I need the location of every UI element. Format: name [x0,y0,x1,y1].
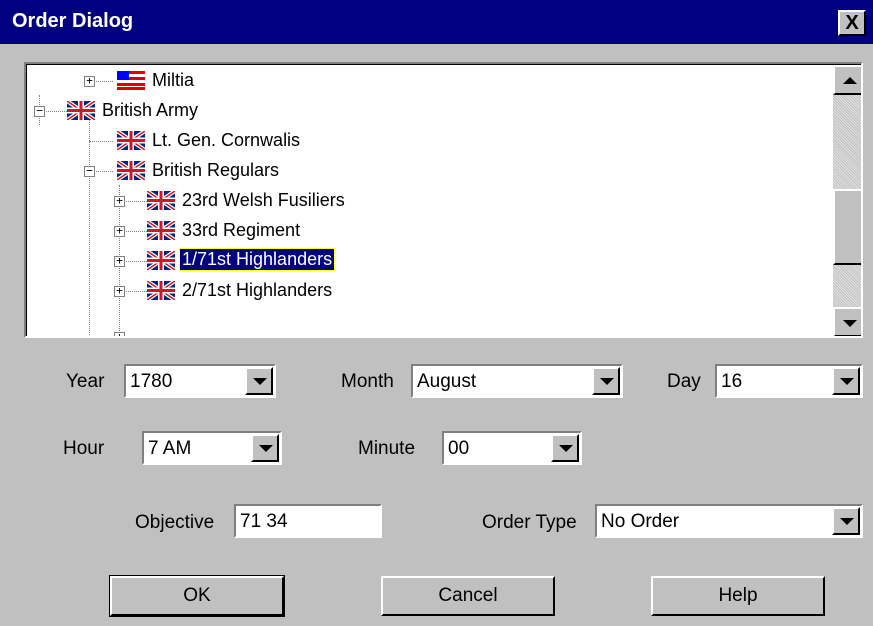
expand-icon[interactable]: + [114,225,125,237]
arrow-up-icon [843,77,857,84]
chevron-down-icon [600,378,614,385]
objective-value: 71 34 [240,511,288,532]
collapse-icon[interactable]: − [34,105,45,117]
uk-flag-icon [147,251,175,270]
month-dropdown-button[interactable] [592,367,620,395]
order-type-select[interactable]: No Order [595,504,863,538]
order-type-dropdown-button[interactable] [832,507,860,535]
close-button[interactable]: X [838,10,866,36]
objective-field[interactable]: 71 34 [234,504,382,538]
day-select[interactable]: 16 [715,364,863,398]
help-button[interactable]: Help [651,576,825,616]
year-dropdown-button[interactable] [245,367,273,395]
uk-flag-icon [117,131,145,150]
chevron-down-icon [253,378,267,385]
tree-item-partial[interactable]: + [27,305,833,336]
hour-dropdown-button[interactable] [251,434,279,462]
tree-item-label-selected: 1/71st Highlanders [178,248,336,271]
hour-value: 7 AM [148,438,192,459]
tree-item-2-71st-highlanders[interactable]: + 2/71st Highlanders [27,275,833,305]
ok-button[interactable]: OK [109,575,285,617]
chevron-down-icon [840,518,854,525]
tree-item-label: British Army [102,100,199,120]
tree-item-miltia[interactable]: + Miltia [27,65,833,95]
objective-label: Objective [135,512,215,533]
minute-value: 00 [448,438,470,459]
tree-item-33rd-regiment[interactable]: + 33rd Regiment [27,215,833,245]
cancel-button[interactable]: Cancel [381,576,555,616]
year-value: 1780 [130,371,173,392]
order-type-label: Order Type [482,512,577,533]
hour-label: Hour [63,438,105,459]
year-label: Year [66,371,105,392]
title-bar: Order Dialog X [0,0,873,44]
minute-label: Minute [358,438,416,459]
scroll-thumb[interactable] [833,189,861,265]
day-label: Day [667,371,701,392]
uk-flag-icon [117,161,145,180]
collapse-icon[interactable]: − [84,165,95,177]
expand-icon[interactable]: + [114,331,125,336]
expand-icon[interactable]: + [114,195,125,207]
tree-item-lt-gen-cornwalis[interactable]: Lt. Gen. Cornwalis [27,125,833,155]
day-value: 16 [721,371,743,392]
tree-item-label: 33rd Regiment [182,220,301,240]
scroll-up-button[interactable] [833,65,861,95]
month-select[interactable]: August [411,364,623,398]
chevron-down-icon [559,445,573,452]
arrow-down-icon [843,320,857,327]
uk-flag-icon [67,101,95,120]
us-flag-icon [117,71,145,90]
uk-flag-icon [147,281,175,300]
minute-dropdown-button[interactable] [551,434,579,462]
unit-tree[interactable]: + Miltia − British Army Lt. Gen. Cornwal… [24,62,863,338]
tree-item-british-regulars[interactable]: − British Regulars [27,155,833,185]
tree-item-label: 2/71st Highlanders [182,280,333,300]
day-dropdown-button[interactable] [832,367,860,395]
window-title: Order Dialog [12,10,134,32]
order-type-value: No Order [601,511,680,532]
year-select[interactable]: 1780 [124,364,276,398]
tree-item-label: 23rd Welsh Fusiliers [182,190,345,210]
uk-flag-icon [147,191,175,210]
scroll-down-button[interactable] [833,307,861,336]
tree-item-1-71st-highlanders[interactable]: + 1/71st Highlanders [27,245,833,275]
tree-item-label: Miltia [152,70,195,90]
tree-scrollbar[interactable] [833,65,861,336]
expand-icon[interactable]: + [84,75,95,87]
minute-select[interactable]: 00 [442,431,582,465]
chevron-down-icon [840,378,854,385]
tree-item-23rd-welsh-fusiliers[interactable]: + 23rd Welsh Fusiliers [27,185,833,215]
tree-item-british-army[interactable]: − British Army [27,95,833,125]
expand-icon[interactable]: + [114,255,125,267]
chevron-down-icon [259,445,273,452]
expand-icon[interactable]: + [114,285,125,297]
tree-item-label: British Regulars [152,160,280,180]
tree-item-label: Lt. Gen. Cornwalis [152,130,301,150]
month-label: Month [341,371,394,392]
hour-select[interactable]: 7 AM [142,431,282,465]
month-value: August [417,371,477,392]
uk-flag-icon [147,221,175,240]
